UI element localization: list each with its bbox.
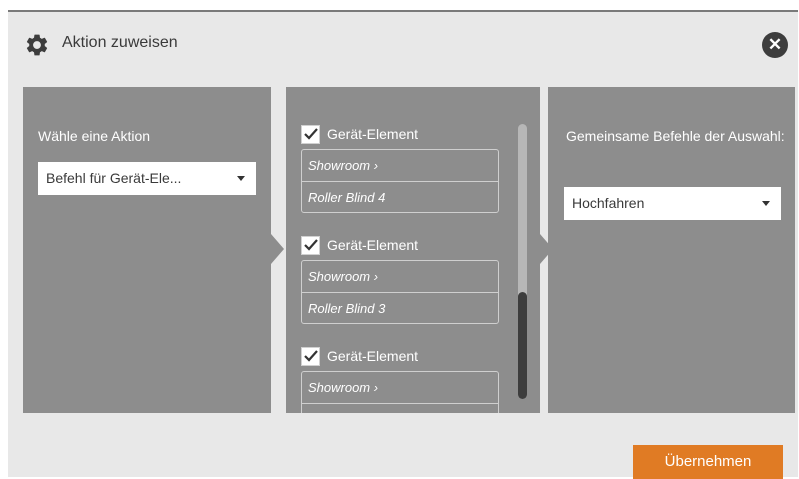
checkmark-icon (303, 350, 318, 362)
item-header: Gerät-Element (301, 343, 501, 369)
room-link[interactable]: Showroom › (302, 372, 498, 403)
scrollbar-thumb[interactable] (518, 292, 527, 399)
device-name (302, 403, 498, 413)
list-item: Gerät-Element Showroom › (301, 343, 501, 413)
device-name: Roller Blind 4 (302, 181, 498, 212)
device-checkbox[interactable] (301, 235, 320, 255)
item-header: Gerät-Element (301, 232, 501, 258)
item-type-label: Gerät-Element (327, 126, 419, 142)
device-list-panel: Gerät-Element Showroom › Roller Blind 4 … (286, 87, 540, 413)
assign-action-dialog: Aktion zuweisen ✕ Wähle eine Aktion Befe… (8, 10, 798, 479)
apply-button[interactable]: Übernehmen (633, 445, 783, 479)
command-panel: Gemeinsame Befehle der Auswahl: Hochfahr… (548, 87, 795, 413)
gear-icon (26, 34, 48, 56)
action-panel: Wähle eine Aktion Befehl für Gerät-Ele..… (23, 87, 271, 413)
item-path: Showroom › Roller Blind 3 (301, 260, 499, 324)
room-link[interactable]: Showroom › (302, 150, 498, 181)
item-path: Showroom › (301, 371, 499, 413)
checkmark-icon (303, 128, 318, 140)
item-type-label: Gerät-Element (327, 237, 419, 253)
command-label: Gemeinsame Befehle der Auswahl: (566, 128, 785, 144)
item-header: Gerät-Element (301, 121, 501, 147)
action-select-value: Befehl für Gerät-Ele... (46, 170, 182, 186)
device-list: Gerät-Element Showroom › Roller Blind 4 … (286, 87, 540, 413)
chevron-down-icon (762, 201, 770, 206)
action-select[interactable]: Befehl für Gerät-Ele... (38, 162, 256, 195)
panel-arrow (271, 234, 284, 264)
item-type-label: Gerät-Element (327, 348, 419, 364)
close-icon[interactable]: ✕ (762, 32, 788, 58)
device-checkbox[interactable] (301, 124, 320, 144)
scrollbar-track[interactable] (518, 124, 527, 399)
item-path: Showroom › Roller Blind 4 (301, 149, 499, 213)
device-checkbox[interactable] (301, 346, 320, 366)
command-select-value: Hochfahren (572, 195, 645, 211)
list-item: Gerät-Element Showroom › Roller Blind 4 (301, 121, 501, 213)
device-name: Roller Blind 3 (302, 292, 498, 323)
action-label: Wähle eine Aktion (38, 128, 151, 144)
checkmark-icon (303, 239, 318, 251)
dialog-title: Aktion zuweisen (62, 34, 178, 51)
room-link[interactable]: Showroom › (302, 261, 498, 292)
list-item: Gerät-Element Showroom › Roller Blind 3 (301, 232, 501, 324)
command-select[interactable]: Hochfahren (564, 187, 781, 220)
chevron-down-icon (237, 176, 245, 181)
